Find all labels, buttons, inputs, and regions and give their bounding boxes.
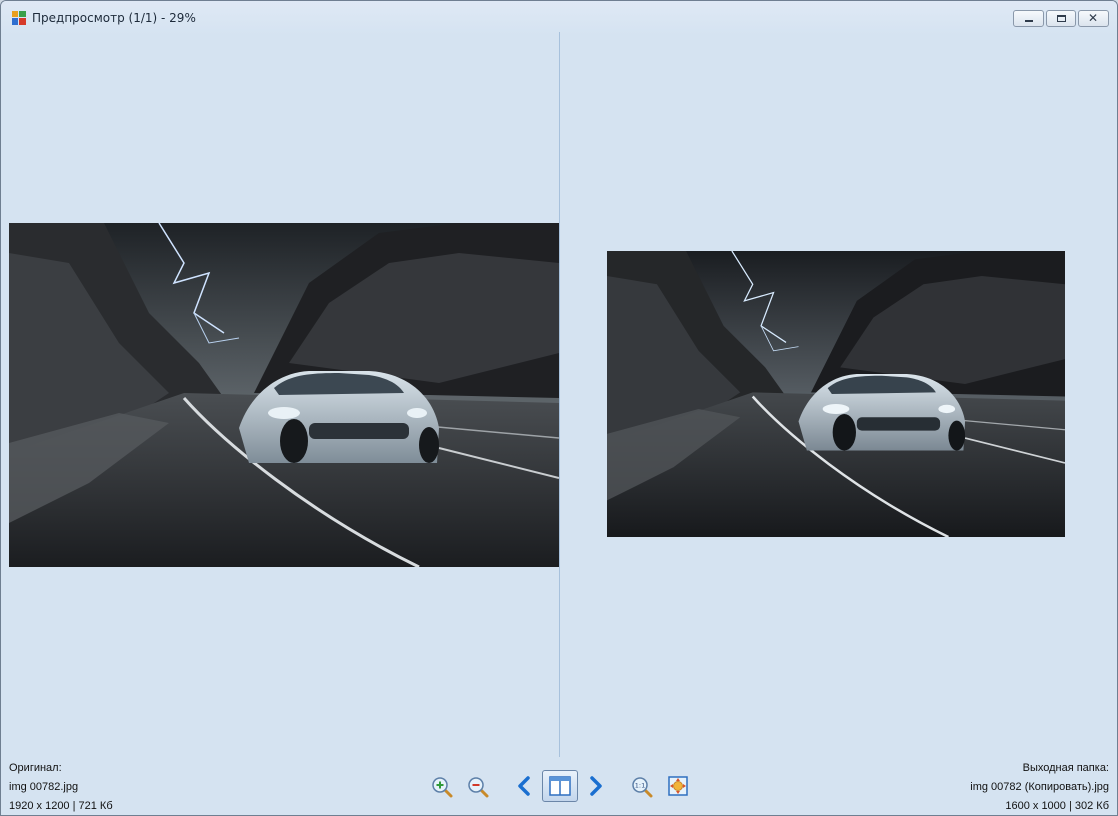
close-button[interactable]: ✕: [1078, 10, 1109, 27]
zoom-out-icon: [468, 777, 489, 798]
svg-text:1:1: 1:1: [635, 782, 645, 790]
preview-window: Предпросмотр (1/1) - 29% ✕ Оригинал: img…: [0, 0, 1118, 816]
actual-size-button[interactable]: 1:1: [627, 770, 657, 802]
output-image-preview[interactable]: [607, 251, 1065, 537]
window-title: Предпросмотр (1/1) - 29%: [32, 11, 196, 25]
minimize-icon: [1025, 20, 1033, 22]
original-heading: Оригинал:: [9, 762, 62, 774]
close-icon: ✕: [1088, 11, 1099, 25]
zoom-in-icon: [432, 777, 453, 798]
maximize-icon: [1057, 15, 1066, 22]
actual-size-icon: 1:1: [632, 777, 653, 798]
output-car-photo: [607, 251, 1065, 537]
output-file-info: Выходная папка: img 00782 (Копировать).j…: [970, 759, 1109, 815]
next-arrow-icon: [590, 776, 602, 796]
split-view-button[interactable]: [542, 770, 578, 802]
app-icon: [12, 11, 26, 25]
output-filename: img 00782 (Копировать).jpg: [970, 781, 1109, 793]
original-filename: img 00782.jpg: [9, 781, 79, 793]
minimize-button[interactable]: [1013, 10, 1044, 27]
title-bar[interactable]: Предпросмотр (1/1) - 29% ✕: [1, 1, 1117, 35]
output-details: 1600 x 1000 | 302 Кб: [1005, 800, 1109, 812]
fit-to-window-button[interactable]: [663, 770, 693, 802]
zoom-out-button[interactable]: [463, 770, 493, 802]
maximize-button[interactable]: [1046, 10, 1076, 27]
original-details: 1920 x 1200 | 721 Кб: [9, 800, 113, 812]
output-heading: Выходная папка:: [1022, 762, 1109, 774]
next-button[interactable]: [581, 770, 611, 802]
fit-to-window-icon: [668, 776, 688, 796]
original-image-preview[interactable]: [9, 223, 559, 567]
original-car-photo: [9, 223, 559, 567]
split-view-icon: [549, 776, 571, 796]
previous-button[interactable]: [509, 770, 539, 802]
original-file-info: Оригинал: img 00782.jpg 1920 x 1200 | 72…: [9, 759, 113, 815]
split-divider[interactable]: [559, 32, 560, 757]
zoom-in-button[interactable]: [427, 770, 457, 802]
previous-arrow-icon: [518, 776, 530, 796]
